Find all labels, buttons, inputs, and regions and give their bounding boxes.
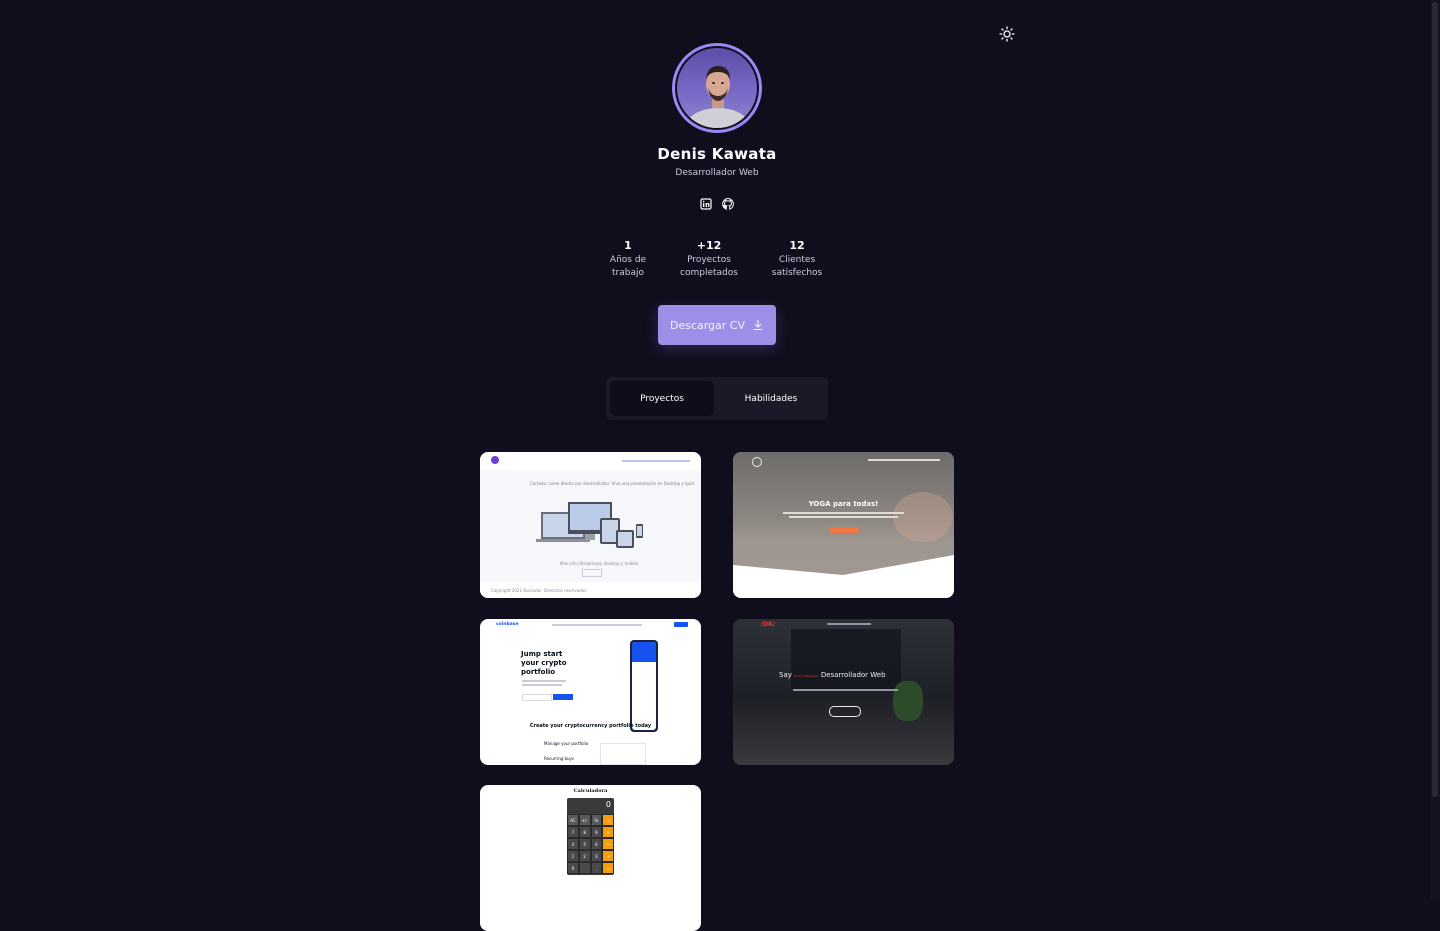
preview-button <box>829 527 859 533</box>
project-card[interactable]: YOGA para todxs! <box>733 452 954 598</box>
preview-caption: Cortado, como diseño por desarrollador. … <box>530 481 696 486</box>
logo-icon <box>752 457 762 467</box>
preview-text <box>789 516 898 518</box>
calc-key: + <box>602 850 614 862</box>
calc-key: × <box>602 826 614 838</box>
preview-button <box>582 569 602 577</box>
page-scrollbar[interactable] <box>1430 0 1440 900</box>
download-icon <box>753 319 763 331</box>
project-card[interactable]: Cortado, como diseño por desarrollador. … <box>480 452 701 598</box>
calc-key: 4 <box>567 838 579 850</box>
calc-key: 0 <box>567 862 579 874</box>
preview-button <box>553 694 573 700</box>
preview-text <box>793 689 898 691</box>
tab-habilidades[interactable]: Habilidades <box>718 381 824 416</box>
profile-name: Denis Kawata <box>657 145 777 163</box>
preview-button <box>829 706 861 717</box>
preview-text <box>783 512 904 514</box>
calc-key: 3 <box>590 850 603 862</box>
calc-key: − <box>602 838 614 850</box>
preview-text <box>522 684 562 686</box>
preview-headline: Jump start your crypto portfolio <box>521 650 567 676</box>
stat-value: 12 <box>789 239 805 252</box>
calc-display: 0 <box>605 800 611 809</box>
nav-links <box>552 624 642 626</box>
preview-headline: Desarrollador Web <box>820 671 886 679</box>
stat-years: 1 Años de trabajo <box>596 238 660 280</box>
download-cv-button[interactable]: Descargar CV <box>658 305 776 345</box>
stat-value: 1 <box>624 239 632 252</box>
calc-key: +/- <box>578 814 591 826</box>
preview-title: YOGA para todxs! <box>808 500 879 508</box>
download-cv-label: Descargar CV <box>669 318 746 332</box>
scrollbar-thumb[interactable] <box>1432 2 1438 797</box>
preview-footer-text: Copyright 2021 Buscador. Derechos reserv… <box>491 588 587 593</box>
preview-logo: /DK/ <box>761 621 776 628</box>
stat-value: +12 <box>696 239 722 252</box>
preview-feature: Recurring buys <box>544 756 574 761</box>
stat-projects: +12 Proyectos completados <box>674 238 744 280</box>
calc-key: 7 <box>567 826 579 838</box>
preview-subheadline: Create your cryptocurrency portfolio tod… <box>529 723 652 729</box>
preview-feature: Manage your portfolio <box>544 741 589 746</box>
calc-key: AC <box>567 814 579 826</box>
preview-input <box>522 694 552 701</box>
github-icon[interactable] <box>721 197 735 211</box>
preview-subcaption: Más info Ultraprivacy desktop y mobile <box>560 561 639 566</box>
logo-icon <box>491 456 499 464</box>
calc-key: % <box>590 814 603 826</box>
nav-links <box>868 459 940 461</box>
profile-photo <box>684 66 752 128</box>
calc-key: 1 <box>567 850 579 862</box>
stat-label: Años de trabajo <box>609 255 647 278</box>
preview-table <box>600 743 646 765</box>
preview-accent: Como diseñador <box>794 674 819 678</box>
project-card[interactable]: Calculadora 0 AC +/-% ÷ 7 8 9 × 4 5 6− 1 2 3 +0. = <box>480 785 701 931</box>
calc-key: 8 <box>578 826 591 838</box>
calc-key: 6 <box>590 838 603 850</box>
preview-plant <box>893 681 923 721</box>
linkedin-icon[interactable] <box>699 197 713 211</box>
tab-proyectos[interactable]: Proyectos <box>610 381 714 416</box>
sun-icon[interactable] <box>998 25 1016 43</box>
stat-label: Clientes satisfechos <box>771 255 823 278</box>
preview-wave <box>733 555 954 598</box>
avatar <box>672 43 762 133</box>
preview-intro: Say <box>779 671 792 679</box>
preview-brand: coinbase <box>496 622 519 627</box>
preview-signup <box>674 622 688 627</box>
nav-links <box>827 623 871 625</box>
project-card[interactable]: coinbase Jump start your crypto portfoli… <box>480 619 701 765</box>
project-card[interactable]: /DK/ Say Como diseñador Desarrollador We… <box>733 619 954 765</box>
stat-label: Proyectos completados <box>680 255 738 278</box>
stat-clients: 12 Clientes satisfechos <box>764 238 830 280</box>
calc-key: 2 <box>578 850 591 862</box>
preview-calculator: 0 AC +/-% ÷ 7 8 9 × 4 5 6− 1 2 3 +0. = <box>567 798 614 875</box>
devices-illustration <box>536 502 643 548</box>
section-tabs: Proyectos Habilidades <box>606 377 828 420</box>
calc-keypad: AC +/-% ÷ 7 8 9 × 4 5 6− 1 2 3 +0. = <box>567 814 614 874</box>
profile-role: Desarrollador Web <box>675 168 759 178</box>
calc-key <box>578 862 591 874</box>
preview-title: Calculadora <box>573 788 608 794</box>
nav-links <box>622 460 690 462</box>
calc-key: ÷ <box>602 814 614 826</box>
calc-key: 5 <box>578 838 591 850</box>
preview-phone <box>630 640 658 732</box>
stats-section: 1 Años de trabajo +12 Proyectos completa… <box>596 238 836 288</box>
social-links <box>699 197 735 211</box>
preview-screen <box>791 629 901 689</box>
preview-text <box>522 680 566 682</box>
preview-headline-row: Say Como diseñador Desarrollador Web <box>779 671 886 679</box>
calc-key: . <box>590 862 603 874</box>
calc-key: = <box>602 862 614 874</box>
calc-key: 9 <box>590 826 603 838</box>
